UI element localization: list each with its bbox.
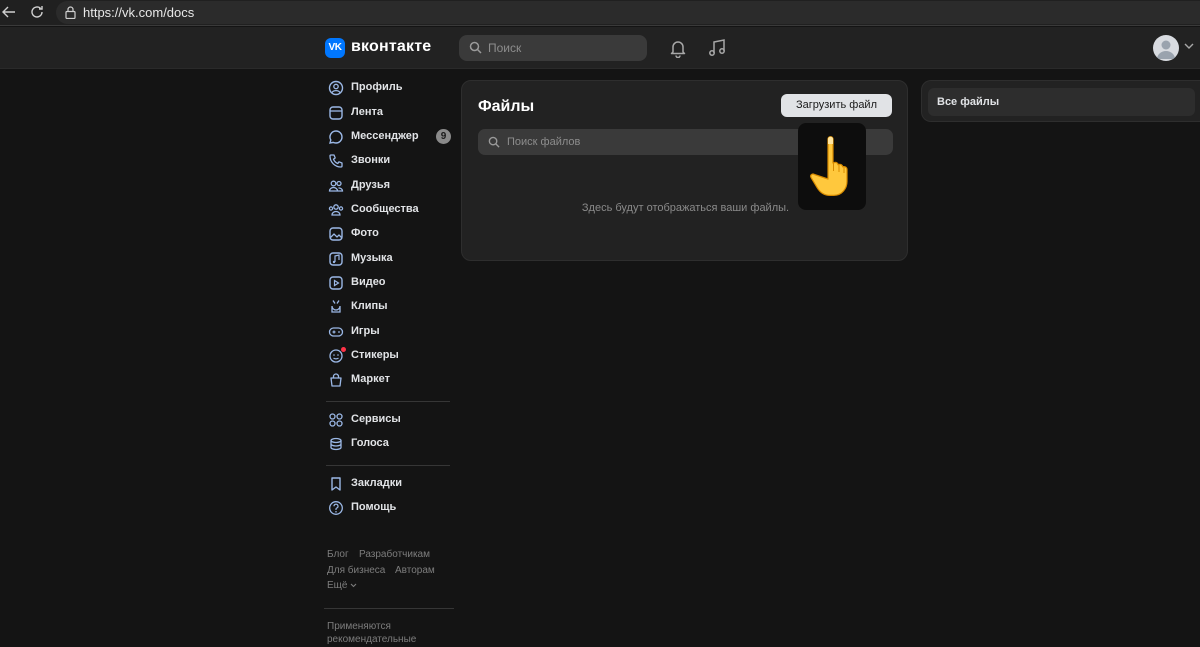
sidebar-item-services[interactable]: Сервисы: [322, 409, 454, 431]
sidebar-item-photo[interactable]: Фото: [322, 223, 454, 245]
pointing-hand-cursor-icon: [798, 123, 866, 210]
sidebar-item-help[interactable]: Помощь: [322, 497, 454, 519]
reload-icon[interactable]: [28, 4, 46, 22]
sidebar-item-clips[interactable]: Клипы: [322, 296, 454, 318]
vk-logo-icon[interactable]: VK: [325, 38, 345, 58]
communities-icon: [328, 204, 344, 216]
logo-text[interactable]: вконтакте: [351, 38, 431, 56]
files-filter-panel: Все файлы: [921, 80, 1200, 122]
market-icon: [330, 373, 342, 387]
messenger-icon: [329, 130, 343, 144]
games-icon: [328, 327, 344, 337]
search-icon: [488, 136, 500, 148]
sidebar-divider: [324, 608, 454, 609]
footer-link-more[interactable]: Ещё: [327, 580, 357, 591]
chevron-down-icon[interactable]: [1184, 42, 1194, 50]
music-icon: [329, 252, 343, 266]
photo-icon: [329, 227, 343, 241]
file-search-placeholder: Поиск файлов: [507, 136, 581, 148]
clips-icon: [331, 300, 341, 313]
sidebar-item-stickers[interactable]: Стикеры: [322, 345, 454, 367]
sidebar-item-market[interactable]: Маркет: [322, 369, 454, 391]
header-search-input[interactable]: Поиск: [459, 35, 647, 61]
site-header: VK вконтакте Поиск: [0, 27, 1200, 69]
footer-link-blog[interactable]: Блог: [327, 549, 349, 560]
search-placeholder: Поиск: [488, 41, 522, 55]
sidebar-item-friends[interactable]: Друзья: [322, 175, 454, 197]
notification-dot: [341, 347, 346, 352]
friends-icon: [328, 180, 344, 192]
bell-icon[interactable]: [668, 38, 688, 58]
recommendation-notice-line1: Применяются: [327, 621, 391, 632]
search-icon: [469, 41, 482, 54]
recommendation-notice-line2[interactable]: рекомендательные: [327, 634, 416, 645]
sidebar-item-votes[interactable]: Голоса: [322, 433, 454, 455]
sidebar-item-games[interactable]: Игры: [322, 321, 454, 343]
footer-link-authors[interactable]: Авторам: [395, 565, 435, 576]
unread-badge: 9: [436, 129, 451, 144]
votes-icon: [330, 437, 342, 451]
footer-link-business[interactable]: Для бизнеса: [327, 565, 385, 576]
video-icon: [329, 276, 343, 290]
upload-file-button[interactable]: Загрузить файл: [781, 94, 892, 117]
sidebar-item-feed[interactable]: Лента: [322, 102, 454, 124]
help-icon: [329, 501, 343, 515]
phone-icon: [329, 154, 343, 168]
sidebar-item-bookmarks[interactable]: Закладки: [322, 473, 454, 495]
address-bar[interactable]: https://vk.com/docs: [56, 1, 1200, 24]
chevron-down-icon: [350, 583, 357, 588]
sidebar-item-calls[interactable]: Звонки: [322, 150, 454, 172]
feed-icon: [329, 106, 343, 120]
back-arrow-icon[interactable]: [0, 4, 18, 22]
sidebar-item-music[interactable]: Музыка: [322, 248, 454, 270]
footer-link-developers[interactable]: Разработчикам: [359, 549, 430, 560]
services-icon: [329, 413, 343, 427]
profile-icon: [328, 80, 344, 96]
url-text: https://vk.com/docs: [83, 5, 195, 20]
sidebar-divider: [326, 465, 450, 466]
sidebar-item-communities[interactable]: Сообщества: [322, 199, 454, 221]
sidebar-item-profile[interactable]: Профиль: [322, 77, 454, 99]
lock-icon: [65, 6, 76, 19]
sidebar-item-messenger[interactable]: Мессенджер 9: [322, 126, 454, 148]
filter-all-files[interactable]: Все файлы: [928, 88, 1195, 116]
sidebar-item-video[interactable]: Видео: [322, 272, 454, 294]
avatar[interactable]: [1153, 35, 1179, 61]
sidebar-divider: [326, 401, 450, 402]
bookmark-icon: [331, 477, 341, 491]
music-icon[interactable]: [707, 38, 727, 58]
browser-toolbar: https://vk.com/docs: [0, 0, 1200, 26]
page-title: Файлы: [478, 98, 535, 115]
